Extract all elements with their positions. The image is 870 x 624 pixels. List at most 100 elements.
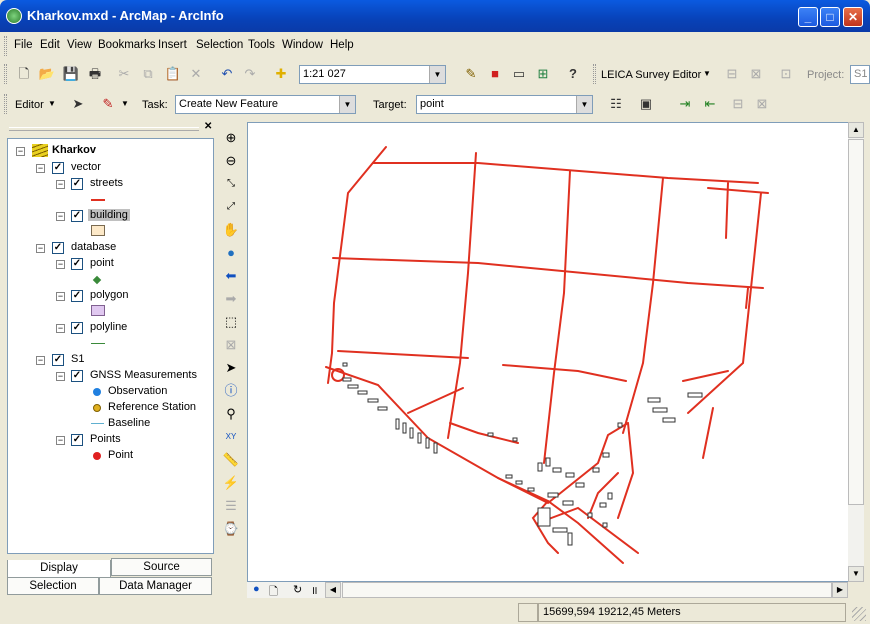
collapse-toggle[interactable]: − [16,147,25,156]
chevron-down-icon[interactable]: ▼ [703,69,711,78]
editor-menu[interactable]: Editor [15,99,44,111]
clear-selection-icon[interactable]: ⊠ [220,335,242,355]
menu-help[interactable]: Help [330,39,354,51]
topology-icon[interactable]: ⊟ [728,94,748,114]
print-icon[interactable]: 🖶 [85,64,105,84]
fixed-zoom-out-icon[interactable]: ⤢ [220,197,242,217]
task-select[interactable]: Create New Feature ▼ [175,95,356,114]
menu-file[interactable]: File [14,39,33,51]
layer-checkbox[interactable]: ✓ [71,258,83,270]
collapse-toggle[interactable]: − [56,372,65,381]
arctoolbox-icon[interactable]: ■ [485,64,505,84]
toc-layer-label[interactable]: polyline [90,321,127,333]
pause-icon[interactable]: ॥ [311,583,318,598]
scroll-down-button[interactable]: ▼ [848,566,864,582]
copy-icon[interactable]: ⧉ [138,64,158,84]
layer-checkbox[interactable]: ✓ [71,434,83,446]
delete-icon[interactable]: ✕ [186,64,206,84]
collapse-toggle[interactable]: − [56,436,65,445]
toc-group-label[interactable]: database [71,241,116,253]
topology-icon[interactable]: ⊠ [752,94,772,114]
layer-checkbox[interactable]: ✓ [71,178,83,190]
toc-root-label[interactable]: Kharkov [52,144,96,156]
tab-source[interactable]: Source [111,558,212,576]
pan-icon[interactable]: ✋ [220,220,242,240]
toc-group-label[interactable]: S1 [71,353,84,365]
collapse-toggle[interactable]: − [56,324,65,333]
menu-view[interactable]: View [67,39,92,51]
collapse-toggle[interactable]: − [36,356,45,365]
identify-icon[interactable]: ⓘ [220,381,242,401]
save-icon[interactable]: 💾 [61,64,81,84]
target-select[interactable]: point ▼ [416,95,593,114]
leica-survey-editor-menu[interactable]: LEICA Survey Editor [601,69,701,81]
editor-toolbar-icon[interactable]: ✎ [461,64,481,84]
toc-layer-label[interactable]: Points [90,433,121,445]
map-scale-select[interactable]: 1:21 027 ▼ [299,65,446,84]
layer-checkbox[interactable]: ✓ [71,290,83,302]
scroll-left-button[interactable]: ◀ [325,582,341,598]
collapse-toggle[interactable]: − [36,164,45,173]
time-slider-icon[interactable]: ⌚ [220,519,242,539]
toc-layer-label[interactable]: building [88,209,130,221]
vertical-scrollbar[interactable]: ▲ ▼ [848,122,864,582]
minimize-button[interactable]: _ [798,7,818,27]
select-elements-icon[interactable]: ➤ [220,358,242,378]
fixed-zoom-in-icon[interactable]: ⤡ [220,174,242,194]
scroll-up-button[interactable]: ▲ [848,122,864,138]
resize-grip-icon[interactable] [852,607,866,621]
layer-checkbox[interactable]: ✓ [52,242,64,254]
layer-checkbox[interactable]: ✓ [71,370,83,382]
tab-data-manager[interactable]: Data Manager [99,577,212,595]
go-to-xy-icon[interactable]: XY [220,427,242,447]
scroll-right-button[interactable]: ▶ [832,582,848,598]
menu-edit[interactable]: Edit [40,39,60,51]
add-data-icon[interactable]: ✚ [271,64,291,84]
hyperlink-icon[interactable]: ⚡ [220,473,242,493]
zoom-out-icon[interactable]: ⊖ [220,151,242,171]
project-select[interactable]: S1 [850,65,870,84]
layout-view-icon[interactable]: 🗋 [269,583,278,602]
open-icon[interactable]: 📂 [37,64,57,84]
menu-window[interactable]: Window [282,39,323,51]
toc-layer-label[interactable]: streets [90,177,123,189]
menu-tools[interactable]: Tools [248,39,275,51]
full-extent-icon[interactable]: ● [220,243,242,263]
survey-tool-icon[interactable]: ⊠ [746,64,766,84]
map-display[interactable] [247,122,864,582]
sketch-properties-icon[interactable]: ▣ [636,94,656,114]
toc-layer-label[interactable]: GNSS Measurements [90,369,197,381]
menu-bookmarks[interactable]: Bookmarks [98,39,156,51]
export-icon[interactable]: ⇥ [675,94,695,114]
measure-icon[interactable]: 📏 [220,450,242,470]
import-icon[interactable]: ⇤ [700,94,720,114]
chevron-down-icon[interactable]: ▼ [121,99,129,108]
collapse-toggle[interactable]: − [56,292,65,301]
attributes-icon[interactable]: ☷ [606,94,626,114]
horizontal-scrollbar[interactable]: ● 🗋 ↻ ॥ ◀ ▶ [247,582,848,598]
menu-insert[interactable]: Insert [158,39,187,51]
layer-checkbox[interactable]: ✓ [52,354,64,366]
chevron-down-icon[interactable]: ▼ [48,99,56,108]
survey-tool-icon[interactable]: ⊡ [776,64,796,84]
redo-icon[interactable]: ↷ [240,64,260,84]
collapse-toggle[interactable]: − [56,180,65,189]
whats-this-icon[interactable]: ? [563,64,583,84]
menu-selection[interactable]: Selection [196,39,243,51]
tab-display[interactable]: Display [7,560,111,578]
select-features-icon[interactable]: ⬚ [220,312,242,332]
scroll-thumb[interactable] [342,582,832,598]
new-icon[interactable]: 🗋 [14,64,34,84]
layer-checkbox[interactable]: ✓ [52,162,64,174]
undo-icon[interactable]: ↶ [217,64,237,84]
layer-checkbox[interactable]: ✓ [71,322,83,334]
close-icon[interactable]: ✕ [204,121,212,132]
data-view-icon[interactable]: ● [253,583,260,595]
html-popup-icon[interactable]: ☰ [220,496,242,516]
command-line-icon[interactable]: ▭ [509,64,529,84]
forward-icon[interactable]: ➡ [220,289,242,309]
cut-icon[interactable]: ✂ [114,64,134,84]
scroll-thumb[interactable] [848,139,864,505]
toc-layer-label[interactable]: point [90,257,114,269]
collapse-toggle[interactable]: − [36,244,45,253]
